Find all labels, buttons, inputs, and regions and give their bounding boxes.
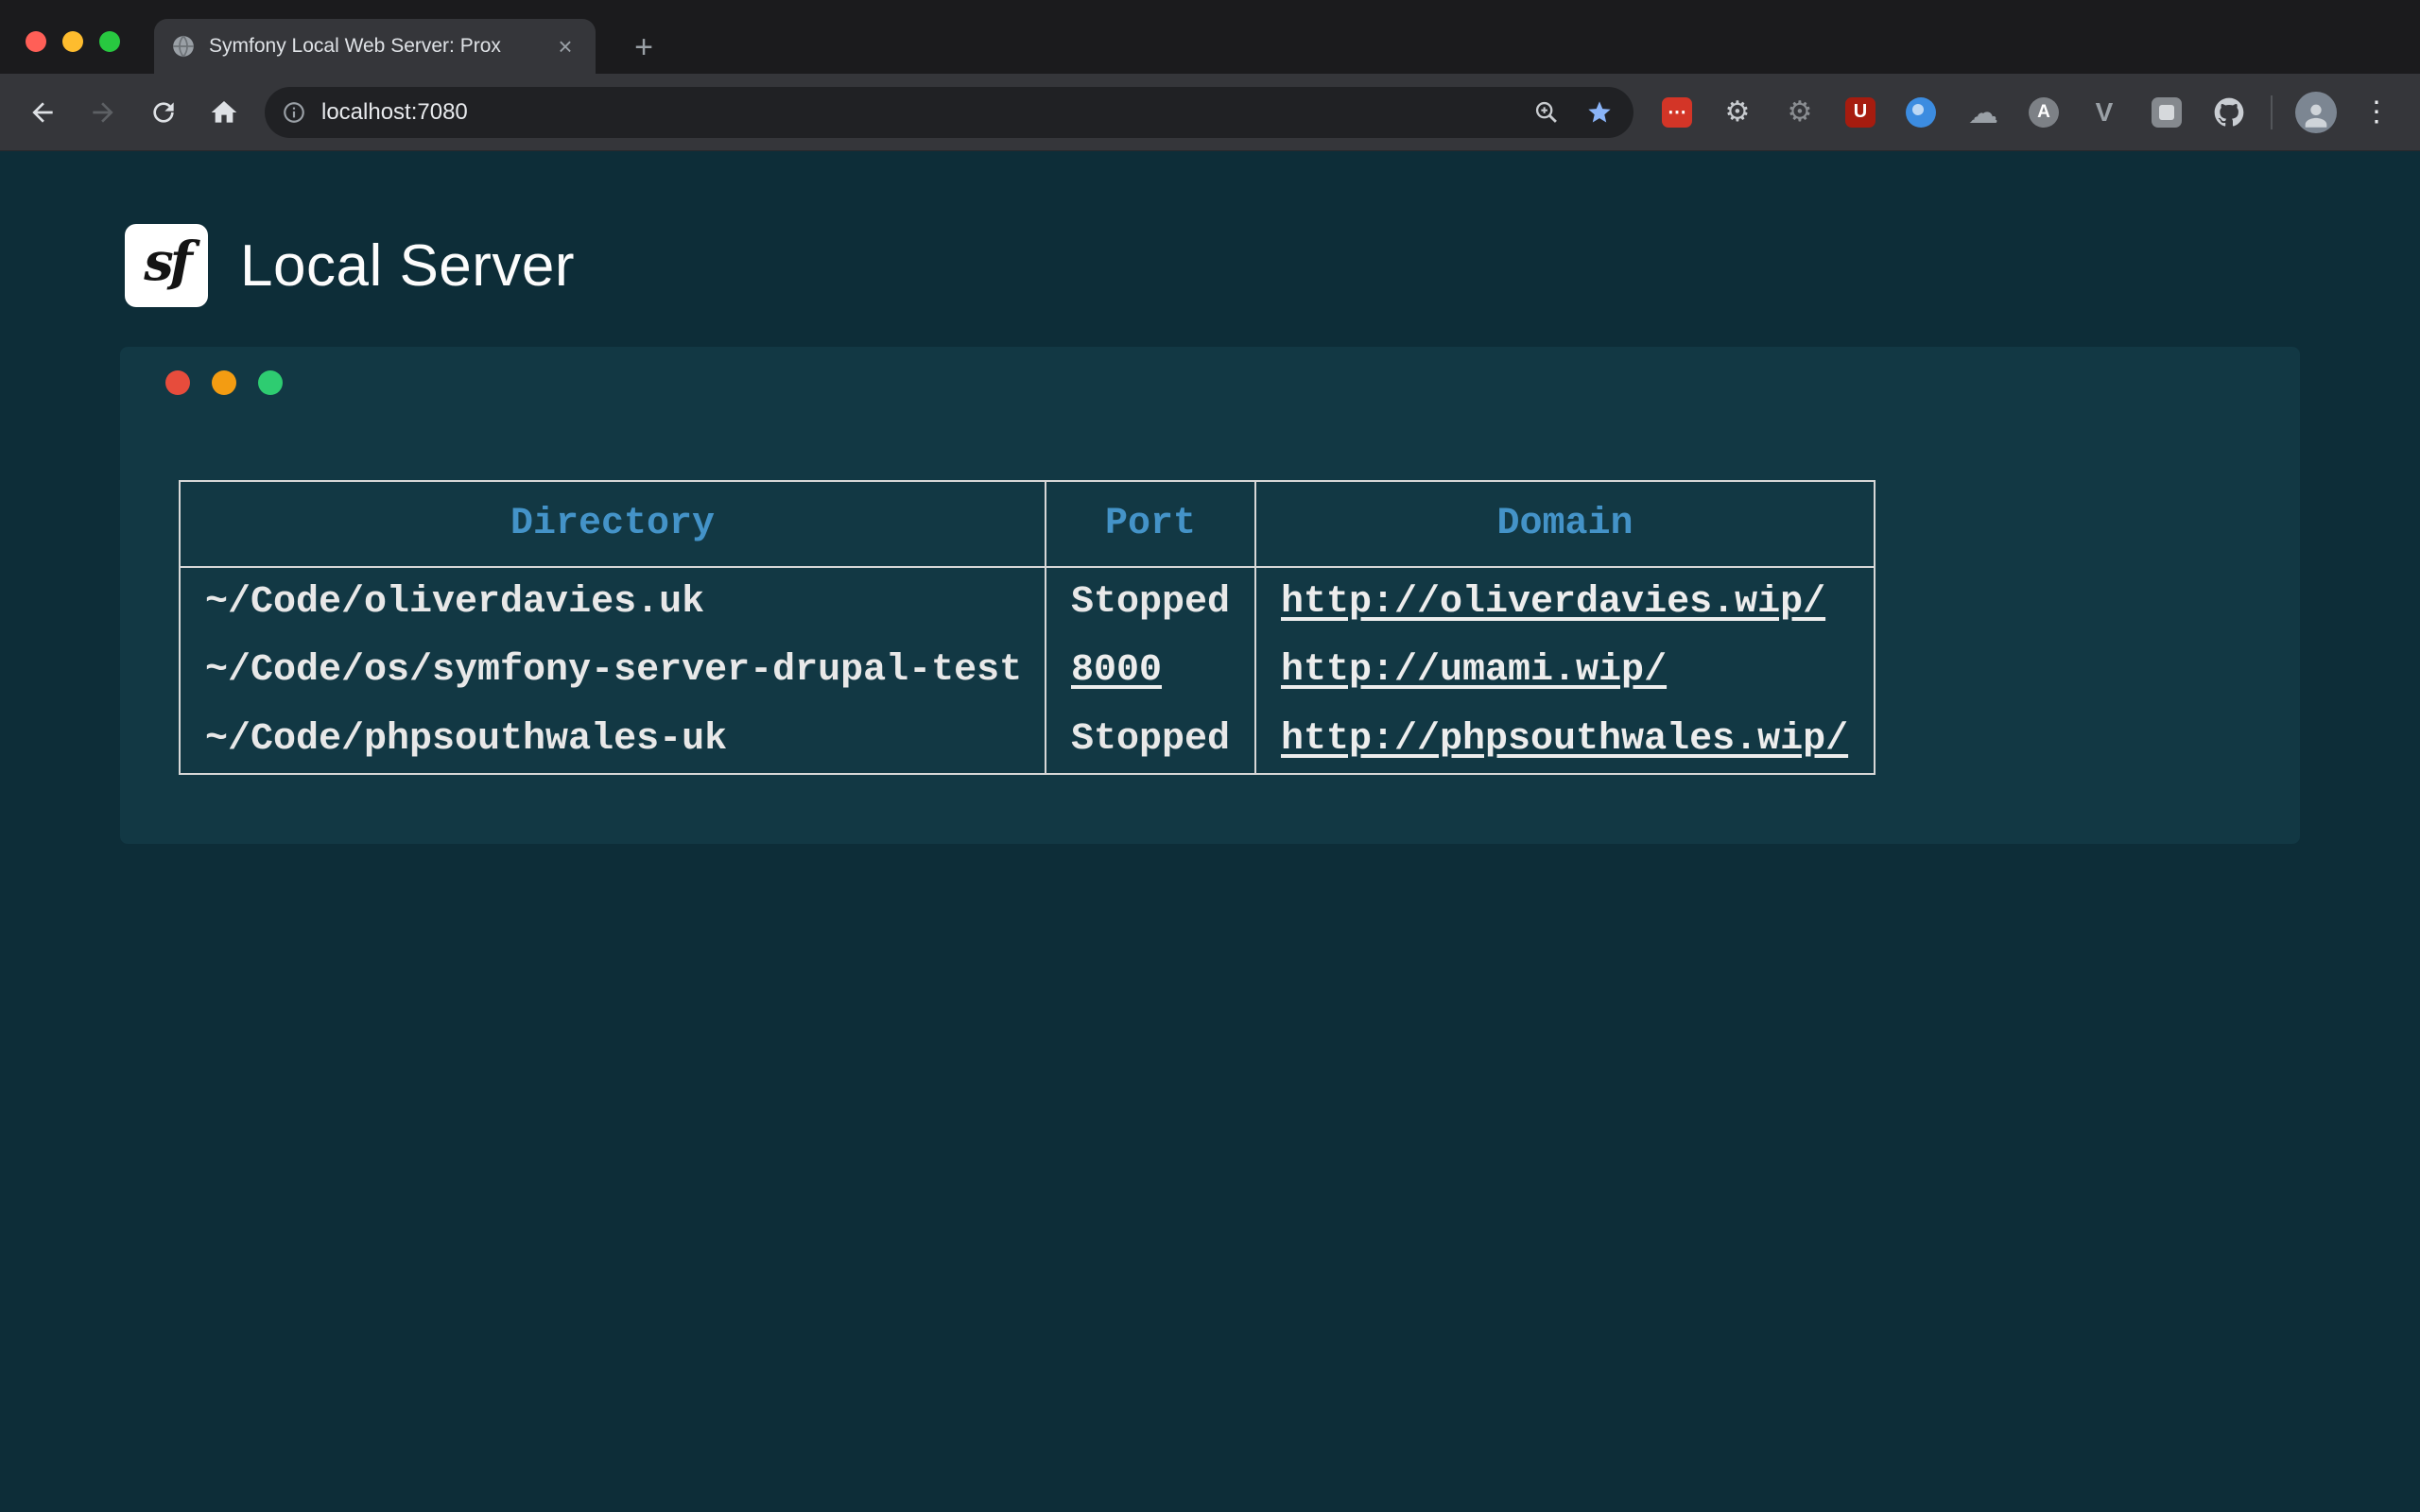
browser-menu-icon[interactable]: ⋮ [2358, 95, 2395, 129]
extension-gear-light-icon[interactable]: ⚙ [1720, 95, 1754, 129]
page-title: Local Server [240, 232, 575, 300]
domain-link[interactable]: http://oliverdavies.wip/ [1281, 581, 1825, 624]
window-zoom-button[interactable] [99, 31, 120, 52]
zoom-icon[interactable] [1533, 99, 1560, 126]
table-header-row: Directory Port Domain [180, 481, 1875, 567]
directory-cell: ~/Code/oliverdavies.uk [180, 567, 1046, 636]
directory-cell: ~/Code/phpsouthwales-uk [180, 705, 1046, 774]
port-link[interactable]: 8000 [1071, 649, 1162, 692]
extension-gear-dark-icon[interactable]: ⚙ [1783, 95, 1817, 129]
site-info-icon[interactable] [282, 100, 306, 125]
reload-button[interactable] [136, 85, 191, 140]
extension-github-octocat-icon[interactable] [2212, 95, 2246, 129]
server-panel: Directory Port Domain ~/Code/oliverdavie… [120, 347, 2300, 844]
address-bar[interactable]: localhost:7080 [265, 87, 1634, 138]
new-tab-button[interactable]: + [626, 29, 662, 65]
table-row: ~/Code/oliverdavies.uk Stopped http://ol… [180, 567, 1875, 636]
domain-link[interactable]: http://umami.wip/ [1281, 649, 1667, 692]
home-button[interactable] [197, 85, 251, 140]
forward-button[interactable] [76, 85, 130, 140]
domain-link[interactable]: http://phpsouthwales.wip/ [1281, 718, 1848, 761]
forward-arrow-icon [88, 97, 118, 128]
window-controls [26, 31, 120, 52]
column-header-port: Port [1046, 481, 1255, 567]
profile-avatar[interactable] [2295, 92, 2337, 133]
bookmark-star-icon[interactable] [1586, 99, 1613, 126]
extension-cloud-icon[interactable]: ☁ [1966, 95, 2000, 129]
column-header-domain: Domain [1255, 481, 1875, 567]
browser-tab[interactable]: Symfony Local Web Server: Prox × [154, 19, 596, 74]
panel-window-dots [165, 370, 283, 395]
back-arrow-icon [27, 97, 58, 128]
toolbar-separator [2271, 95, 2273, 129]
extension-blue-circle-icon[interactable] [1904, 95, 1938, 129]
panel-dot-green-icon [258, 370, 283, 395]
tab-title: Symfony Local Web Server: Prox [209, 35, 552, 58]
extension-letter-a-icon[interactable]: A [2029, 97, 2059, 128]
port-cell-stopped: Stopped [1046, 567, 1255, 636]
extension-letter-v-icon[interactable]: V [2087, 95, 2121, 129]
extension-red-dots-icon[interactable]: ⋯ [1662, 97, 1692, 128]
panel-dot-orange-icon [212, 370, 236, 395]
table-row: ~/Code/phpsouthwales-uk Stopped http://p… [180, 705, 1875, 774]
column-header-directory: Directory [180, 481, 1046, 567]
reload-icon [148, 97, 179, 128]
tab-close-icon[interactable]: × [552, 33, 579, 60]
servers-table: Directory Port Domain ~/Code/oliverdavie… [179, 480, 1876, 775]
browser-toolbar: localhost:7080 ⋯ ⚙ ⚙ U ☁ A V ⋮ [0, 74, 2420, 151]
page-content: sf Local Server Directory Port Domain ~/… [0, 151, 2420, 1511]
browser-tab-strip: Symfony Local Web Server: Prox × + [0, 0, 2420, 74]
extensions-row: ⋯ ⚙ ⚙ U ☁ A V [1662, 95, 2246, 129]
extension-ublock-icon[interactable]: U [1845, 97, 1876, 128]
tab-favicon-globe-icon [171, 34, 196, 59]
panel-dot-red-icon [165, 370, 190, 395]
window-close-button[interactable] [26, 31, 46, 52]
person-icon [2300, 99, 2332, 131]
table-row: ~/Code/os/symfony-server-drupal-test 800… [180, 636, 1875, 705]
window-minimize-button[interactable] [62, 31, 83, 52]
port-cell-stopped: Stopped [1046, 705, 1255, 774]
home-icon [209, 97, 239, 128]
page-header: sf Local Server [125, 151, 2420, 307]
url-text[interactable]: localhost:7080 [321, 99, 1533, 126]
symfony-logo: sf [125, 224, 208, 307]
back-button[interactable] [15, 85, 70, 140]
symfony-logo-text: sf [144, 231, 189, 301]
extension-gray-square-icon[interactable] [2150, 95, 2184, 129]
directory-cell: ~/Code/os/symfony-server-drupal-test [180, 636, 1046, 705]
